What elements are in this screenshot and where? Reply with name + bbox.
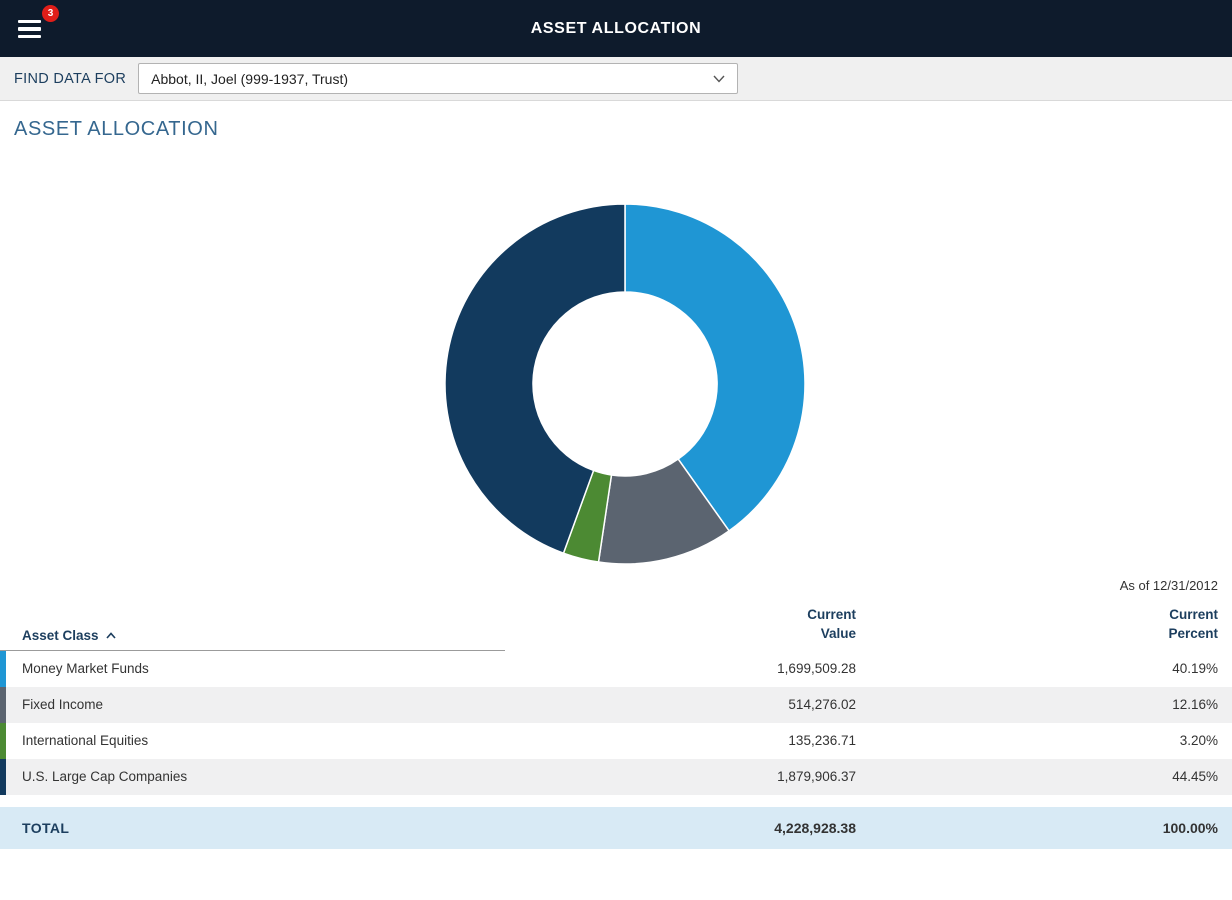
asset-allocation-table: Asset Class Current Value Current Percen… <box>0 599 1232 849</box>
asset-class-cell: Fixed Income <box>0 687 505 723</box>
current-value-cell: 1,699,509.28 <box>505 651 856 687</box>
table-header-row: Asset Class Current Value Current Percen… <box>0 599 1232 651</box>
table-row[interactable]: International Equities 135,236.71 3.20% <box>0 723 1232 759</box>
table-row[interactable]: Money Market Funds 1,699,509.28 40.19% <box>0 651 1232 687</box>
asset-allocation-donut-chart <box>443 202 807 566</box>
as-of-date: As of 12/31/2012 <box>0 578 1218 593</box>
current-percent-header[interactable]: Current Percent <box>856 599 1232 651</box>
current-value-cell: 1,879,906.37 <box>505 759 856 795</box>
hamburger-menu-button[interactable]: 3 <box>18 14 52 44</box>
asset-class-cell: Money Market Funds <box>0 651 505 687</box>
asset-class-cell: U.S. Large Cap Companies <box>0 759 505 795</box>
current-percent-cell: 44.45% <box>856 759 1232 795</box>
row-color-marker <box>0 687 6 723</box>
current-percent-cell: 12.16% <box>856 687 1232 723</box>
find-data-label: FIND DATA FOR <box>14 71 126 87</box>
current-percent-cell: 3.20% <box>856 723 1232 759</box>
find-data-bar: FIND DATA FOR Abbot, II, Joel (999-1937,… <box>0 57 1232 101</box>
asset-class-cell: International Equities <box>0 723 505 759</box>
row-color-marker <box>0 723 6 759</box>
row-color-marker <box>0 651 6 687</box>
account-select-value: Abbot, II, Joel (999-1937, Trust) <box>151 71 348 87</box>
table-row[interactable]: Fixed Income 514,276.02 12.16% <box>0 687 1232 723</box>
current-percent-cell: 40.19% <box>856 651 1232 687</box>
asset-class-header-label: Asset Class <box>22 628 99 643</box>
total-label: TOTAL <box>0 807 505 849</box>
app-title: ASSET ALLOCATION <box>531 20 701 38</box>
hamburger-icon <box>18 20 52 39</box>
asset-class-header[interactable]: Asset Class <box>0 599 505 651</box>
current-value-cell: 514,276.02 <box>505 687 856 723</box>
account-select[interactable]: Abbot, II, Joel (999-1937, Trust) <box>138 63 738 94</box>
top-bar: 3 ASSET ALLOCATION <box>0 0 1232 57</box>
table-row[interactable]: U.S. Large Cap Companies 1,879,906.37 44… <box>0 759 1232 795</box>
chart-area <box>0 202 1232 566</box>
sort-ascending-icon <box>106 632 116 639</box>
total-percent: 100.00% <box>856 807 1232 849</box>
current-value-cell: 135,236.71 <box>505 723 856 759</box>
notification-badge: 3 <box>42 5 59 22</box>
row-color-marker <box>0 759 6 795</box>
chevron-down-icon <box>713 75 725 83</box>
total-value: 4,228,928.38 <box>505 807 856 849</box>
current-value-header[interactable]: Current Value <box>505 599 856 651</box>
main-content: ASSET ALLOCATION As of 12/31/2012 Asset … <box>0 118 1232 849</box>
page-title: ASSET ALLOCATION <box>14 118 1232 141</box>
table-total-row: TOTAL 4,228,928.38 100.00% <box>0 807 1232 849</box>
